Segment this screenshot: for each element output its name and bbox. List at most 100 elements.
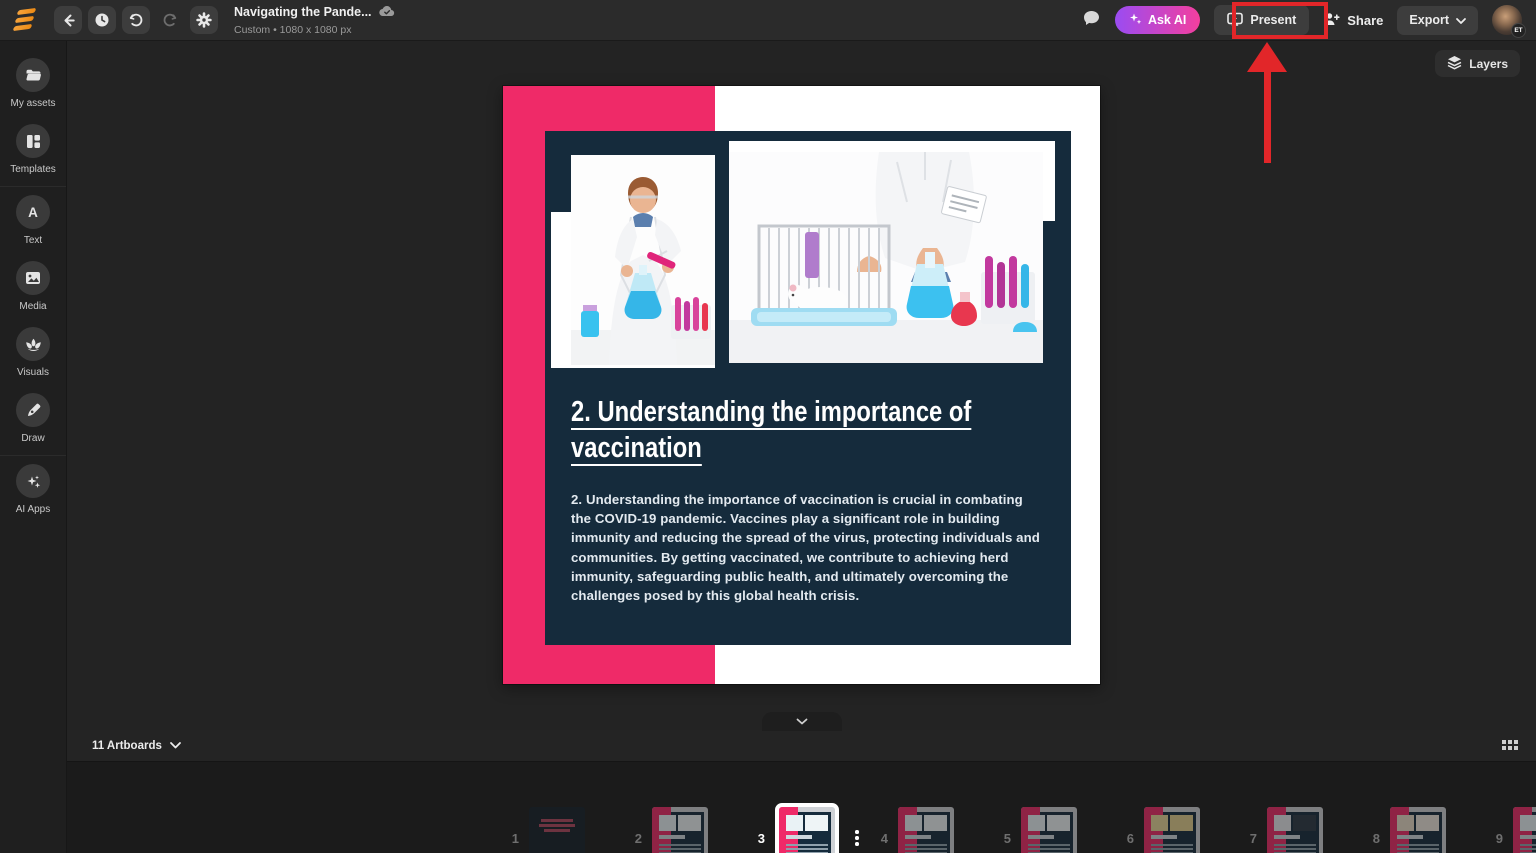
- artboard-thumbnail-5[interactable]: 5: [997, 807, 1120, 853]
- sidebar-label: My assets: [10, 98, 55, 109]
- undo-icon: [128, 12, 144, 28]
- avatar-initials-badge: ET: [1511, 23, 1526, 38]
- artboard-number: 1: [505, 831, 519, 846]
- lotus-icon: [16, 327, 50, 361]
- artboard-preview: [1021, 807, 1077, 853]
- app-window: Navigating the Pande... Custom • 1080 x …: [0, 0, 1536, 853]
- text-a-icon: A: [16, 195, 50, 229]
- sidebar-item-draw[interactable]: Draw: [0, 387, 66, 453]
- annotation-arrow-head: [1247, 42, 1287, 72]
- comments-button[interactable]: [1082, 9, 1101, 32]
- artboard-number: 5: [997, 831, 1011, 846]
- artboard-thumbnail-6[interactable]: 6: [1120, 807, 1243, 853]
- ai-sparkle-icon: [16, 464, 50, 498]
- gear-icon: [196, 12, 212, 28]
- sidebar-label: AI Apps: [16, 504, 50, 515]
- artboard-number: 7: [1243, 831, 1257, 846]
- version-history-button[interactable]: [88, 6, 116, 34]
- templates-grid-icon: [16, 124, 50, 158]
- artboard-preview: [898, 807, 954, 853]
- sidebar-label: Templates: [10, 164, 56, 175]
- present-button[interactable]: Present: [1214, 5, 1309, 35]
- redo-button[interactable]: [156, 6, 184, 34]
- grid-view-button[interactable]: [1498, 736, 1522, 756]
- undo-button[interactable]: [122, 6, 150, 34]
- app-logo-icon[interactable]: [12, 7, 38, 33]
- panel-collapse-handle[interactable]: [762, 712, 842, 731]
- artboard-preview: [1390, 807, 1446, 853]
- document-title[interactable]: Navigating the Pande...: [234, 5, 372, 21]
- grid-icon: [1502, 740, 1518, 752]
- artboard-thumbnail-1[interactable]: 1: [505, 807, 628, 853]
- layers-button[interactable]: Layers: [1435, 50, 1520, 77]
- artboard-thumbnail-7[interactable]: 7: [1243, 807, 1366, 853]
- artboard-number: 6: [1120, 831, 1134, 846]
- folder-icon: [16, 58, 50, 92]
- artboard-number: 4: [874, 831, 888, 846]
- layers-icon: [1447, 55, 1462, 73]
- artboard-number: 3: [751, 831, 765, 846]
- settings-button[interactable]: [190, 6, 218, 34]
- artboard-preview: [1267, 807, 1323, 853]
- slide-heading[interactable]: 2. Understanding the importance of vacci…: [571, 394, 997, 466]
- artboard-options-kebab-icon[interactable]: [855, 830, 859, 846]
- sidebar-item-media[interactable]: Media: [0, 255, 66, 321]
- comment-bubble-icon: [1082, 9, 1101, 32]
- top-toolbar: Navigating the Pande... Custom • 1080 x …: [0, 0, 1536, 41]
- sidebar-item-ai-apps[interactable]: AI Apps: [0, 458, 66, 524]
- artboards-strip: 1 2 3: [67, 763, 1536, 853]
- sparkle-icon: [1129, 12, 1142, 28]
- photo-lab-cage[interactable]: [729, 152, 1043, 363]
- ask-ai-button[interactable]: Ask AI: [1115, 6, 1200, 34]
- pen-icon: [16, 393, 50, 427]
- artboard-preview: [1513, 807, 1536, 853]
- sidebar-label: Draw: [21, 433, 44, 444]
- annotation-arrow-shaft: [1264, 66, 1271, 163]
- artboards-count-dropdown[interactable]: 11 Artboards: [92, 740, 181, 752]
- artboard-preview: [652, 807, 708, 853]
- chevron-down-icon: [170, 742, 181, 749]
- redo-icon: [162, 12, 178, 28]
- back-button[interactable]: [54, 6, 82, 34]
- sidebar-label: Visuals: [17, 367, 49, 378]
- clock-icon: [94, 12, 110, 28]
- artboard-thumbnail-4[interactable]: 4: [874, 807, 997, 853]
- artboard-canvas[interactable]: 2. Understanding the importance of vacci…: [503, 86, 1100, 684]
- share-person-icon: [1323, 12, 1340, 29]
- present-screen-icon: [1227, 12, 1243, 29]
- artboard-thumbnail-3-selected[interactable]: 3: [751, 803, 874, 853]
- cloud-saved-icon: [379, 3, 395, 23]
- sidebar-item-text[interactable]: A Text: [0, 189, 66, 255]
- media-image-icon: [16, 261, 50, 295]
- artboard-number: 2: [628, 831, 642, 846]
- share-button[interactable]: Share: [1323, 12, 1383, 29]
- photo-white-matte: [1043, 141, 1055, 221]
- sidebar-item-templates[interactable]: Templates: [0, 118, 66, 184]
- slide-body-text[interactable]: 2. Understanding the importance of vacci…: [571, 490, 1043, 605]
- document-size-label: Custom • 1080 x 1080 px: [234, 24, 395, 37]
- sidebar-label: Text: [24, 235, 42, 246]
- artboard-preview: [779, 807, 835, 853]
- photo-scientist-pouring[interactable]: [571, 155, 715, 365]
- artboard-number: 9: [1489, 831, 1503, 846]
- artboard-thumbnail-2[interactable]: 2: [628, 807, 751, 853]
- sidebar-divider: [0, 186, 66, 187]
- artboard-preview: [1144, 807, 1200, 853]
- sidebar-item-visuals[interactable]: Visuals: [0, 321, 66, 387]
- artboard-preview: [529, 807, 585, 853]
- left-sidebar: My assets Templates A Text Media Visuals: [0, 41, 67, 853]
- artboards-panel: 11 Artboards 1 2: [67, 730, 1536, 853]
- sidebar-item-my-assets[interactable]: My assets: [0, 52, 66, 118]
- chevron-down-icon: [796, 718, 808, 725]
- artboard-thumbnail-8[interactable]: 8: [1366, 807, 1489, 853]
- chevron-down-icon: [1456, 13, 1466, 27]
- export-button[interactable]: Export: [1397, 6, 1478, 35]
- sidebar-divider: [0, 455, 66, 456]
- artboard-number: 8: [1366, 831, 1380, 846]
- user-avatar[interactable]: ET: [1492, 5, 1522, 35]
- svg-text:A: A: [28, 205, 38, 220]
- sidebar-label: Media: [19, 301, 46, 312]
- back-arrow-icon: [61, 13, 76, 28]
- artboard-thumbnail-9[interactable]: 9: [1489, 807, 1536, 853]
- artboards-panel-header: 11 Artboards: [67, 730, 1536, 762]
